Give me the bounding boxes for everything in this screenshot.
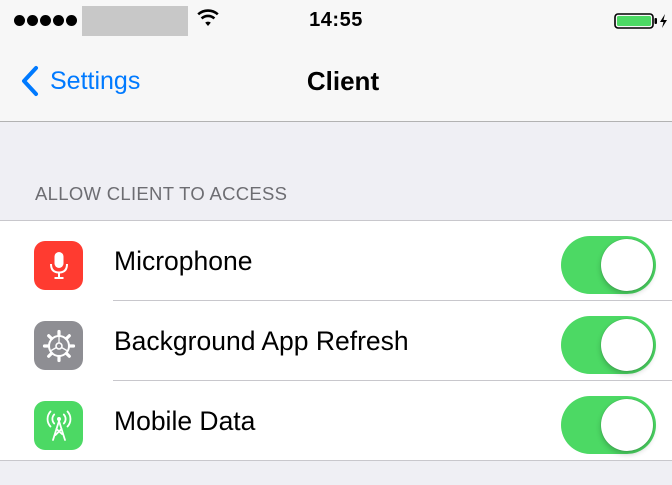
status-time: 14:55 (309, 9, 363, 31)
microphone-icon (34, 241, 83, 290)
battery-charging-icon (614, 13, 667, 29)
mobile-data-toggle[interactable] (561, 396, 656, 454)
status-bar: 14:55 (0, 0, 672, 40)
gear-icon (34, 321, 83, 370)
antenna-icon (34, 401, 83, 450)
mobile-data-label: Mobile Data (114, 406, 256, 436)
section-header: ALLOW CLIENT TO ACCESS (35, 183, 288, 204)
list-item-background-app-refresh: Background App Refresh (0, 301, 672, 381)
page-title: Client (306, 66, 380, 96)
microphone-label: Microphone (114, 246, 253, 276)
microphone-toggle[interactable] (561, 236, 656, 294)
background-app-refresh-toggle[interactable] (561, 316, 656, 374)
navigation-bar: Settings Client (0, 40, 672, 122)
permissions-list: Microphone Background App Refresh Mobile… (0, 220, 672, 461)
list-item-mobile-data: Mobile Data (0, 381, 672, 461)
background-app-refresh-label: Background App Refresh (114, 326, 409, 356)
list-item-microphone: Microphone (0, 221, 672, 301)
